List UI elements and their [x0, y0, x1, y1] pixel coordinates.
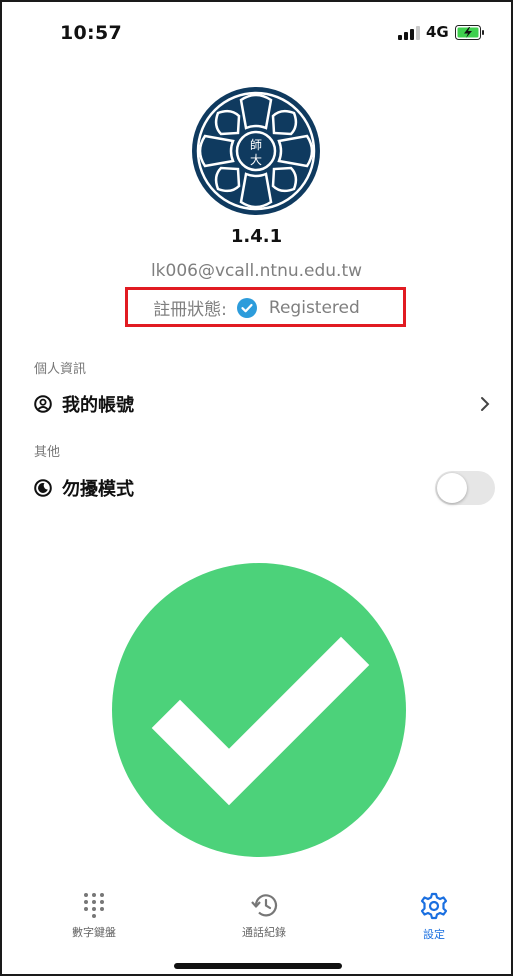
user-circle-icon: [34, 395, 52, 413]
my-account-row[interactable]: 我的帳號: [34, 389, 495, 419]
tab-settings-label: 設定: [423, 928, 445, 941]
tab-settings[interactable]: 設定: [374, 892, 494, 942]
account-email: lk006@vcall.ntnu.edu.tw: [150, 261, 363, 281]
status-time: 10:57: [60, 22, 122, 44]
verified-check-icon: [236, 297, 257, 318]
registration-label: 註冊狀態:: [153, 300, 227, 320]
tab-call-history[interactable]: 通話紀錄: [204, 892, 324, 940]
svg-text:大: 大: [250, 153, 262, 167]
network-type: 4G: [426, 23, 449, 41]
section-label-personal: 個人資訊: [34, 362, 87, 377]
tab-dialpad-label: 數字鍵盤: [72, 926, 116, 939]
svg-text:師: 師: [250, 138, 262, 152]
tab-bar: 數字鍵盤 通話紀錄 設定: [2, 892, 511, 952]
registration-status: 註冊狀態: Registered: [2, 295, 511, 320]
signal-icon: [398, 26, 420, 40]
app-version: 1.4.1: [230, 226, 283, 247]
history-icon: [251, 894, 278, 917]
do-not-disturb-label: 勿擾模式: [62, 479, 134, 500]
success-check-icon: [112, 563, 406, 857]
home-indicator[interactable]: [174, 963, 342, 969]
my-account-label: 我的帳號: [62, 395, 134, 416]
chevron-right-icon: [481, 397, 490, 411]
battery-charging-icon: [455, 25, 484, 40]
do-not-disturb-row: 勿擾模式: [34, 471, 495, 505]
toggle-knob: [437, 473, 467, 503]
gear-icon: [420, 892, 448, 920]
tab-dialpad[interactable]: 數字鍵盤: [34, 892, 154, 940]
section-label-other: 其他: [34, 445, 61, 460]
phone-screen: 10:57 4G 師 大 1.4.1 lk006@vcall.ntnu.edu.…: [0, 0, 513, 976]
moon-icon: [34, 479, 52, 497]
registration-value: Registered: [268, 297, 360, 318]
dialpad-icon: [84, 893, 104, 918]
status-bar: 10:57 4G: [2, 2, 511, 62]
ntnu-logo: 師 大: [192, 87, 320, 215]
do-not-disturb-toggle[interactable]: [435, 471, 495, 505]
tab-call-history-label: 通話紀錄: [242, 926, 286, 939]
